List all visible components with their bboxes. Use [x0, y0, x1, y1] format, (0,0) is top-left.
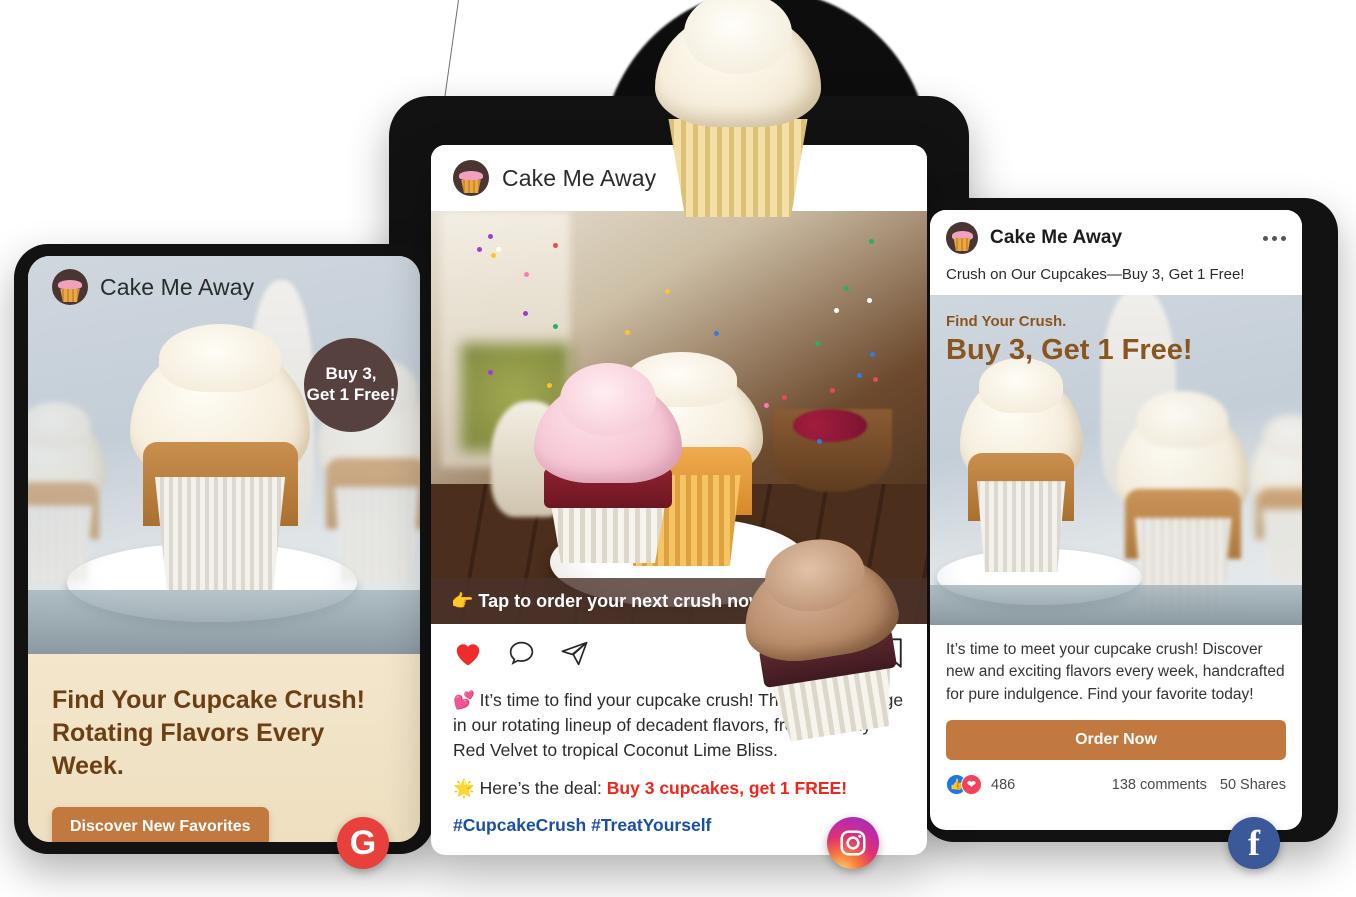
brand-avatar-icon: [52, 269, 88, 305]
floating-pink-cupcake: [528, 381, 688, 563]
deal-highlight: Buy 3 cupcakes, get 1 FREE!: [607, 778, 847, 798]
offer-badge: Buy 3, Get 1 Free!: [304, 338, 398, 432]
sprinkle-dot: [870, 352, 875, 357]
heart-reaction-icon: ❤: [961, 774, 982, 795]
brand-name: Cake Me Away: [100, 274, 254, 301]
google-ad-card[interactable]: Cake Me Away Buy 3, Get 1 Free! Find You…: [28, 256, 420, 842]
cupcake-illustration: [130, 344, 310, 591]
floating-hero-cupcake: [648, 12, 828, 217]
floating-chocolate-cupcake: [729, 545, 923, 747]
deal-paragraph: 🌟 Here’s the deal: Buy 3 cupcakes, get 1…: [453, 776, 905, 801]
sprinkle-dot: [477, 247, 482, 252]
sprinkle-dot: [844, 286, 849, 291]
sprinkle-dot: [867, 298, 872, 303]
headline-line-1: Find Your Cupcake Crush!: [52, 684, 396, 717]
reaction-count: 486: [991, 777, 1015, 793]
sprinkle-dot: [553, 243, 558, 248]
shares-count[interactable]: 50 Shares: [1220, 777, 1286, 793]
google-badge-icon[interactable]: G: [337, 817, 389, 869]
sprinkle-dot: [764, 403, 769, 408]
sprinkle-dot: [491, 253, 496, 258]
sprinkle-dot: [782, 395, 787, 400]
comment-icon[interactable]: [507, 639, 536, 668]
discover-new-favorites-button[interactable]: Discover New Favorites: [52, 807, 269, 842]
cupcake-illustration-front: [960, 374, 1083, 572]
sprinkle-dot: [523, 311, 528, 316]
sprinkle-dot: [869, 239, 874, 244]
reaction-icons[interactable]: 👍 ❤: [946, 774, 982, 795]
sprinkle-dot: [524, 272, 529, 277]
cupcake-illustration-blur-left: [28, 415, 106, 582]
sprinkle-dot: [553, 324, 558, 329]
facebook-post-subtitle: Crush on Our Cupcakes—Buy 3, Get 1 Free!: [930, 266, 1302, 295]
facebook-post-body: It’s time to meet your cupcake crush! Di…: [930, 625, 1302, 706]
facebook-image-overlay-text: Find Your Crush. Buy 3, Get 1 Free!: [946, 313, 1193, 365]
facebook-post-photo: Find Your Crush. Buy 3, Get 1 Free!: [930, 295, 1302, 625]
brand-name: Cake Me Away: [990, 227, 1122, 249]
sprinkle-dot: [714, 331, 719, 336]
facebook-post-card[interactable]: Cake Me Away Crush on Our Cupcakes—Buy 3…: [930, 210, 1302, 830]
brand-avatar-icon: [453, 160, 489, 196]
comments-count[interactable]: 138 comments: [1112, 777, 1207, 793]
brand-avatar-icon: [946, 222, 978, 254]
deal-emoji: 🌟: [453, 778, 475, 798]
facebook-engagement-bar: 👍 ❤ 486 138 comments 50 Shares: [930, 760, 1302, 795]
google-ad-body: Find Your Cupcake Crush! Rotating Flavor…: [28, 654, 420, 842]
composition-stage: Cake Me Away Buy 3, Get 1 Free! Find You…: [0, 0, 1356, 897]
share-icon[interactable]: [560, 639, 589, 668]
sprinkle-dot: [488, 370, 493, 375]
cupcake-illustration-back: [1116, 407, 1250, 612]
google-ad-headline: Find Your Cupcake Crush! Rotating Flavor…: [52, 684, 396, 783]
cupcake-illustration-far: [1250, 427, 1302, 579]
offer-badge-line1: Buy 3,: [325, 364, 376, 385]
facebook-badge-icon[interactable]: f: [1228, 817, 1280, 869]
caption-emoji: 💕: [453, 690, 475, 710]
headline-line-2: Rotating Flavors Every Week.: [52, 717, 396, 783]
more-options-icon[interactable]: [1263, 236, 1286, 241]
sprinkle-dot: [817, 439, 822, 444]
deal-prefix: Here’s the deal:: [480, 778, 607, 798]
sprinkle-dot: [834, 308, 839, 313]
order-now-button[interactable]: Order Now: [946, 720, 1286, 760]
brand-name: Cake Me Away: [502, 165, 656, 192]
sprinkle-dot: [665, 289, 670, 294]
sprinkle-dot: [873, 377, 878, 382]
sprinkle-dot: [857, 373, 862, 378]
sprinkle-dot: [830, 388, 835, 393]
sprinkle-dot: [815, 341, 820, 346]
overlay-headline: Buy 3, Get 1 Free!: [946, 336, 1193, 365]
instagram-badge-icon[interactable]: [827, 817, 879, 869]
like-icon[interactable]: [453, 639, 483, 667]
offer-badge-line2: Get 1 Free!: [307, 385, 396, 406]
overlay-kicker: Find Your Crush.: [946, 313, 1193, 330]
google-ad-header: Cake Me Away: [28, 256, 420, 318]
facebook-post-header: Cake Me Away: [930, 210, 1302, 266]
engagement-right: 138 comments 50 Shares: [1112, 777, 1286, 793]
sprinkle-dot: [625, 330, 630, 335]
